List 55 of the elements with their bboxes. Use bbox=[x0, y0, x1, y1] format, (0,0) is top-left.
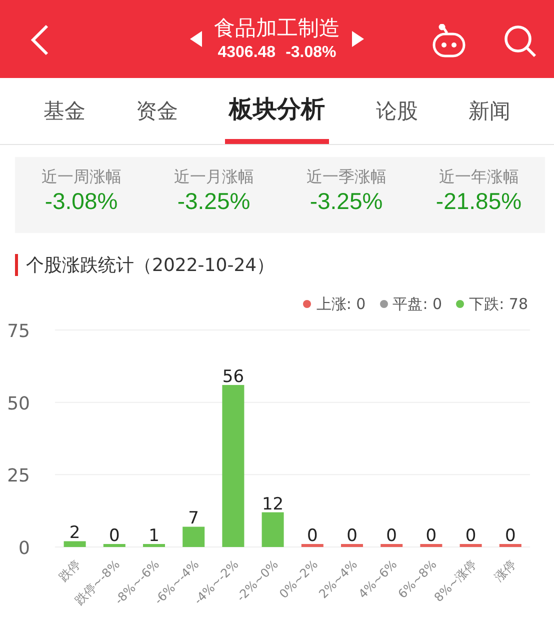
bar bbox=[103, 544, 126, 547]
stat-label: 近一年涨幅 bbox=[438, 167, 519, 188]
stat-label: 近一季涨幅 bbox=[306, 167, 386, 188]
axis-label: 75 bbox=[7, 321, 30, 342]
bar bbox=[64, 541, 86, 547]
tab[interactable]: 板块分析 bbox=[224, 78, 329, 144]
bar bbox=[262, 512, 284, 547]
tab[interactable]: 资金 bbox=[132, 78, 182, 144]
stat-value: -3.08% bbox=[44, 188, 118, 215]
value-label: 0 bbox=[504, 526, 516, 546]
previous-icon[interactable] bbox=[190, 31, 202, 47]
value-label: 56 bbox=[222, 366, 244, 387]
stat-value: -21.85% bbox=[436, 188, 522, 215]
back-icon[interactable] bbox=[30, 24, 50, 56]
bar bbox=[499, 544, 522, 547]
tab[interactable]: 论股 bbox=[372, 78, 422, 144]
stat-value: -3.25% bbox=[310, 188, 383, 215]
bar bbox=[341, 544, 363, 547]
section-title: 个股涨跌统计（2022-10-24） bbox=[26, 254, 275, 277]
index-value: 4306.48 bbox=[218, 43, 276, 63]
next-icon[interactable] bbox=[352, 31, 364, 47]
legend-label: 下跌: 78 bbox=[469, 294, 528, 314]
bar bbox=[460, 544, 482, 547]
value-label: 0 bbox=[426, 526, 437, 546]
value-label: 7 bbox=[188, 508, 200, 529]
section-marker bbox=[15, 254, 18, 276]
bar bbox=[143, 544, 165, 547]
legend-label: 平盘: 0 bbox=[392, 294, 442, 314]
bar bbox=[301, 544, 324, 547]
robot-icon[interactable] bbox=[431, 24, 467, 58]
bar bbox=[182, 526, 205, 547]
value-label: 0 bbox=[306, 526, 318, 546]
value-label: 0 bbox=[108, 526, 120, 546]
value-label: 0 bbox=[346, 526, 358, 546]
bar bbox=[420, 544, 442, 547]
value-label: 12 bbox=[262, 494, 284, 514]
tab[interactable]: 基金 bbox=[39, 78, 90, 144]
category-label: 跌停 bbox=[56, 557, 83, 584]
value-label: 0 bbox=[465, 526, 476, 546]
axis-label: 50 bbox=[7, 393, 30, 414]
tab[interactable]: 新闻 bbox=[464, 78, 515, 144]
value-label: 1 bbox=[148, 526, 160, 546]
legend-label: 上涨: 0 bbox=[316, 294, 366, 314]
value-label: 2 bbox=[69, 523, 80, 544]
stat-value: -3.25% bbox=[177, 188, 250, 215]
axis-label: 25 bbox=[7, 466, 30, 487]
category-label: 涨停 bbox=[492, 557, 519, 584]
sector-title: 食品加工制造 bbox=[214, 15, 340, 42]
bar bbox=[380, 544, 403, 547]
axis-label: 0 bbox=[18, 538, 30, 559]
index-change: -3.08% bbox=[286, 43, 336, 63]
value-label: 0 bbox=[386, 526, 398, 546]
search-icon[interactable] bbox=[503, 24, 537, 58]
stat-label: 近一月涨幅 bbox=[174, 167, 254, 188]
stat-label: 近一周涨幅 bbox=[41, 167, 122, 188]
